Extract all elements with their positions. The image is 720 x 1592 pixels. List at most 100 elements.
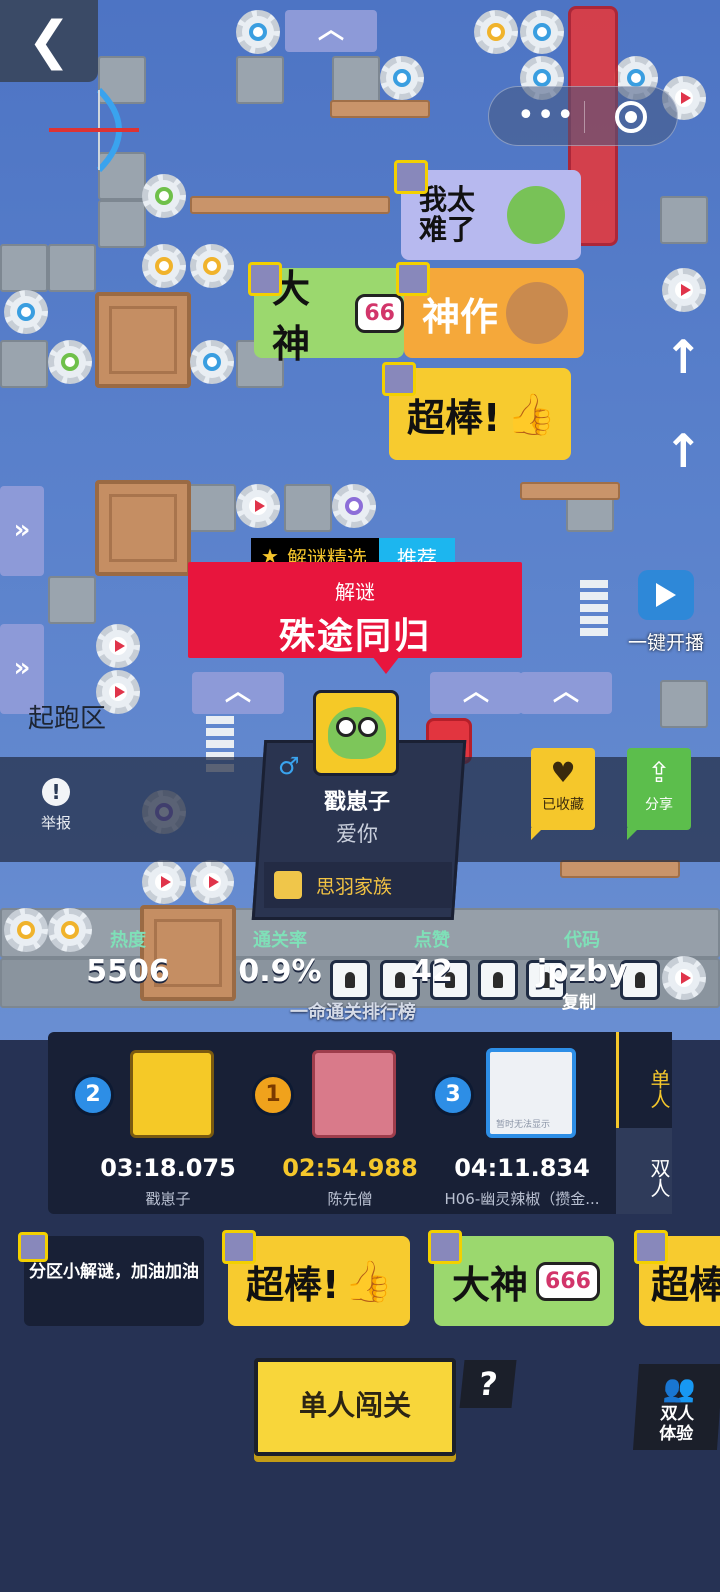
stat-heat: 热度 5506 xyxy=(86,930,170,989)
stone-tile xyxy=(48,576,96,624)
mini-program-capsule[interactable]: ••• xyxy=(488,86,678,146)
spike-trap xyxy=(580,580,608,640)
avatar xyxy=(394,160,428,194)
wood-plank xyxy=(330,100,430,118)
stone-tile xyxy=(236,56,284,104)
warning-icon: ! xyxy=(42,778,70,806)
gear-purple xyxy=(332,484,376,528)
single-player-play-button[interactable]: 单人闯关 xyxy=(254,1358,456,1456)
duo-trial-button[interactable]: 👥 双人体验 xyxy=(632,1364,720,1450)
gear-play xyxy=(142,860,186,904)
avatar xyxy=(396,262,430,296)
player-avatar[interactable]: 暂时无法显示 xyxy=(486,1048,576,1138)
wood-plank xyxy=(520,482,620,500)
gear-play xyxy=(236,484,280,528)
tab-double[interactable]: 双人 xyxy=(616,1128,672,1214)
share-button[interactable]: ⇪ 分享 xyxy=(627,748,691,830)
stone-tile xyxy=(660,196,708,244)
stat-level-code: 代码 jpzby xyxy=(536,930,628,989)
gear-green xyxy=(142,174,186,218)
capsule-divider xyxy=(584,101,585,133)
clan-badge-icon xyxy=(274,871,302,899)
gear-play xyxy=(190,860,234,904)
wooden-crate xyxy=(95,480,191,576)
wood-plank xyxy=(190,196,390,214)
heart-icon: ♥ xyxy=(550,756,576,789)
player-avatar[interactable] xyxy=(130,1050,214,1138)
share-tail xyxy=(627,828,639,840)
stone-tile xyxy=(48,244,96,292)
danmaku-sticker: 神作 xyxy=(404,268,584,358)
dino-icon xyxy=(507,186,565,244)
gear-play xyxy=(662,268,706,312)
avatar xyxy=(382,362,416,396)
wood-plank xyxy=(560,860,680,878)
level-title-banner: 解谜 殊途同归 xyxy=(188,562,522,658)
level-category: 解谜 xyxy=(335,580,375,604)
bow-icon xyxy=(49,87,139,173)
tab-single[interactable]: 单人 xyxy=(616,1032,672,1128)
gear-blue xyxy=(380,56,424,100)
leaderboard-title: 一命通关排行榜 xyxy=(290,1002,416,1023)
favorite-tail xyxy=(531,828,543,840)
stone-tile xyxy=(98,200,146,248)
one-key-broadcast-button[interactable]: 一键开播 xyxy=(620,570,712,660)
share-icon: ⇪ xyxy=(647,756,671,789)
leaderboard-entry[interactable]: 3 暂时无法显示 04:11.834 H06-幽灵辣椒（攒金... xyxy=(432,1032,612,1214)
broadcast-icon xyxy=(638,570,694,620)
back-button[interactable]: ❮ xyxy=(0,0,98,82)
avatar xyxy=(18,1232,48,1262)
rank-badge: 3 xyxy=(432,1074,474,1116)
thumbs-up-icon: 👍 xyxy=(506,391,557,438)
author-name: 戳崽子 xyxy=(323,790,390,815)
close-mini-program-icon[interactable] xyxy=(615,101,647,133)
gear-blue xyxy=(520,10,564,54)
banner-pointer xyxy=(372,656,400,674)
two-people-icon: 👥 xyxy=(662,1374,697,1404)
author-clan[interactable]: 思羽家族 xyxy=(264,862,452,908)
frog-avatar-icon xyxy=(328,707,386,759)
gear-yellow xyxy=(474,10,518,54)
favorite-button[interactable]: ♥ 已收藏 xyxy=(531,748,595,830)
wooden-crate xyxy=(95,292,191,388)
gear-blue xyxy=(236,10,280,54)
avatar xyxy=(428,1230,462,1264)
chevron-left-icon: ❮ xyxy=(27,11,71,71)
boost-right-pad: » xyxy=(0,486,44,576)
thumbs-up-icon: 👍 xyxy=(343,1258,394,1305)
leaderboard-entry[interactable]: 1 02:54.988 陈先僧 xyxy=(252,1032,440,1214)
leaderboard-mode-tabs: 单人 双人 xyxy=(616,1032,672,1214)
stone-tile xyxy=(188,484,236,532)
avatar xyxy=(222,1230,256,1264)
more-icon[interactable]: ••• xyxy=(517,98,576,133)
stat-clear-rate: 通关率 0.9% xyxy=(238,930,322,989)
avatar xyxy=(634,1230,668,1264)
gear-yellow xyxy=(142,244,186,288)
start-zone-label: 起跑区 xyxy=(28,704,107,734)
boost-up-pad: ︿ xyxy=(285,10,377,52)
stone-tile xyxy=(332,56,380,104)
stone-tile xyxy=(660,680,708,728)
gear-yellow xyxy=(4,908,48,952)
stat-likes: 点赞 42 xyxy=(411,930,453,989)
comment-bubble[interactable]: 分区小解谜，加油加油 xyxy=(24,1236,204,1326)
stone-tile xyxy=(284,484,332,532)
up-arrow-icon: ↑ xyxy=(664,330,703,384)
avatar xyxy=(248,262,282,296)
rank-badge: 2 xyxy=(72,1074,114,1116)
leaderboard-entry[interactable]: 2 03:18.075 戳崽子 xyxy=(72,1032,258,1214)
male-gender-icon: ♂ xyxy=(278,752,300,780)
copy-code-button[interactable]: 复制 xyxy=(562,988,596,1013)
author-avatar[interactable] xyxy=(313,690,399,776)
help-button[interactable]: ? xyxy=(459,1360,517,1408)
boost-up-pad: ︿ xyxy=(430,672,522,714)
leaderboard-panel: 2 03:18.075 戳崽子 1 02:54.988 陈先僧 3 暂时无法显示… xyxy=(48,1032,672,1214)
gear-yellow xyxy=(190,244,234,288)
player-avatar[interactable] xyxy=(312,1050,396,1138)
report-button[interactable]: ! 举报 xyxy=(26,778,86,833)
gear-blue xyxy=(4,290,48,334)
gear-play xyxy=(662,956,706,1000)
boost-up-pad: ︿ xyxy=(192,672,284,714)
level-title: 殊途同归 xyxy=(278,616,431,657)
gear-play xyxy=(96,624,140,668)
